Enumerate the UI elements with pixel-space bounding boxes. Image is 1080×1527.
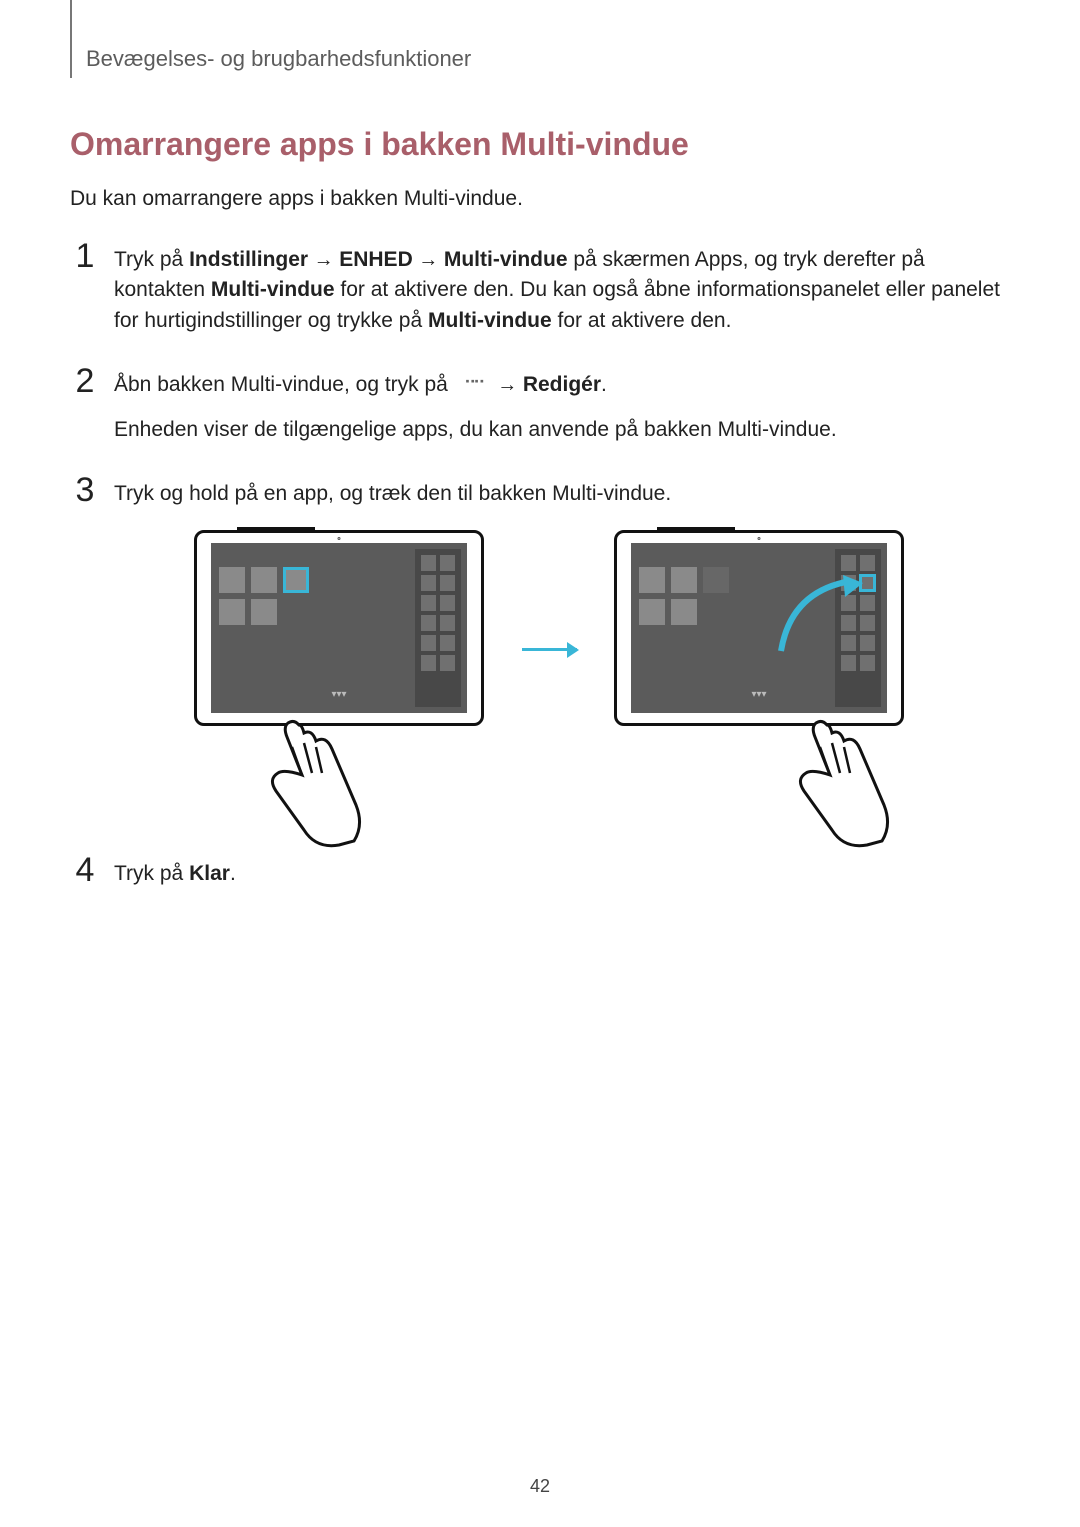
hand-icon	[254, 715, 364, 865]
text: for at aktivere den.	[552, 309, 732, 332]
label-multi-vindue: Multi-vindue	[444, 248, 568, 271]
label-enhed: ENHED	[339, 248, 413, 271]
illustration: ▾▾▾	[194, 530, 1010, 795]
header-rule	[70, 0, 72, 78]
text: Enheden viser de tilgængelige apps, du k…	[114, 415, 1010, 445]
text: Tryk og hold på en app, og træk den til …	[114, 479, 1010, 509]
text: .	[230, 862, 236, 885]
label-multi-vindue: Multi-vindue	[428, 309, 552, 332]
chapter-title: Bevægelses- og brugbarhedsfunktioner	[86, 40, 471, 72]
label-klar: Klar	[189, 862, 230, 885]
step-number: 1	[70, 239, 100, 273]
transition-arrow-icon	[514, 623, 584, 671]
step-number: 4	[70, 853, 100, 887]
arrow-icon: →	[492, 374, 523, 396]
text: Åbn bakken Multi-vindue, og tryk på	[114, 373, 454, 396]
arrow-icon: →	[413, 249, 444, 271]
text: .	[601, 373, 607, 396]
step-2: 2 Åbn bakken Multi-vindue, og tryk på → …	[70, 364, 1010, 445]
step-number: 3	[70, 473, 100, 507]
hand-icon	[782, 715, 892, 865]
step-body: Åbn bakken Multi-vindue, og tryk på → Re…	[114, 364, 1010, 445]
page-number: 42	[530, 1476, 550, 1497]
step-body: Tryk på Indstillinger → ENHED → Multi-vi…	[114, 239, 1010, 336]
label-indstillinger: Indstillinger	[189, 248, 308, 271]
page-header: Bevægelses- og brugbarhedsfunktioner	[70, 40, 1010, 78]
more-dots-icon	[454, 370, 492, 396]
label-multi-vindue-switch: Multi-vindue	[211, 278, 335, 301]
text: Tryk på	[114, 248, 189, 271]
label-rediger: Redigér	[523, 373, 601, 396]
section-title: Omarrangere apps i bakken Multi-vindue	[70, 126, 1010, 163]
step-1: 1 Tryk på Indstillinger → ENHED → Multi-…	[70, 239, 1010, 336]
steps-list: 1 Tryk på Indstillinger → ENHED → Multi-…	[70, 239, 1010, 889]
text: Tryk på	[114, 862, 189, 885]
arrow-icon: →	[308, 249, 339, 271]
tablet-illustration-after: ▾▾▾	[614, 530, 904, 795]
step-body: Tryk og hold på en app, og træk den til …	[114, 473, 1010, 824]
step-number: 2	[70, 364, 100, 398]
step-3: 3 Tryk og hold på en app, og træk den ti…	[70, 473, 1010, 824]
tablet-illustration-before: ▾▾▾	[194, 530, 484, 795]
intro-text: Du kan omarrangere apps i bakken Multi-v…	[70, 187, 1010, 211]
